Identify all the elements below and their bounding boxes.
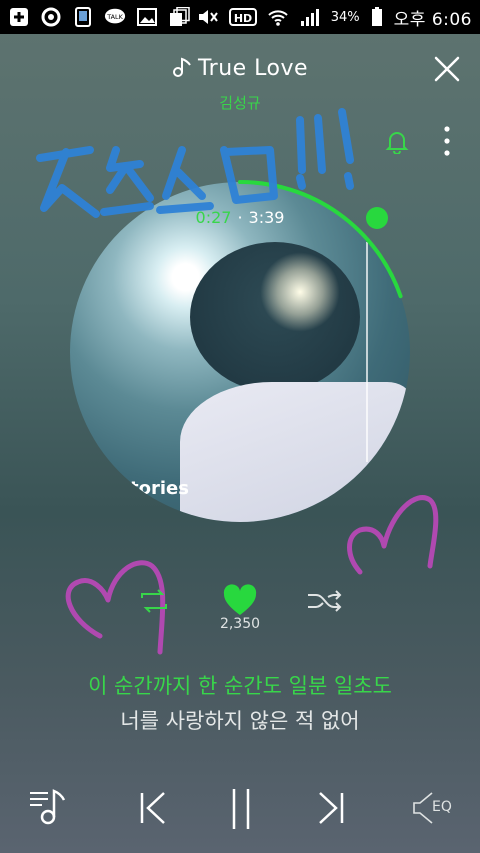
hd-label: HD [234, 12, 252, 25]
signal-icon [299, 7, 321, 27]
current-time: 0:27 [195, 208, 232, 227]
time-separator: · [237, 208, 243, 227]
shuffle-icon [308, 590, 342, 612]
mute-icon [197, 7, 219, 27]
previous-icon [140, 792, 165, 824]
battery-icon [370, 7, 384, 27]
lyric-next-line[interactable]: 너를 사랑하지 않은 적 없어 [0, 705, 480, 735]
close-button[interactable] [432, 54, 462, 84]
music-note-icon [172, 56, 194, 78]
song-title: True Love [197, 56, 309, 81]
talk-icon: TALK [104, 7, 126, 27]
time-display: 0:27 · 3:39 [0, 208, 480, 227]
equalizer-button[interactable]: EQ [412, 785, 462, 831]
like-count: 2,350 [219, 616, 261, 632]
previous-button[interactable] [136, 785, 172, 831]
shuffle-button[interactable] [306, 586, 344, 616]
eq-label: EQ [432, 799, 452, 815]
like-button[interactable] [222, 584, 258, 618]
playlist-icon [30, 789, 66, 825]
next-button[interactable] [312, 785, 348, 831]
album-text: tories [130, 478, 189, 499]
more-vertical-icon [444, 126, 450, 156]
status-left-icons: TALK [8, 7, 190, 27]
album-photo-line [366, 242, 368, 462]
album-photo-glare [260, 252, 340, 332]
album-photo-shirt [180, 382, 410, 522]
playback-options: 2,350 [0, 580, 480, 640]
plus-icon [8, 7, 30, 27]
artist-name[interactable]: 김성규 [0, 92, 480, 113]
talk-label: TALK [106, 13, 123, 21]
notification-button[interactable] [384, 128, 410, 155]
phone-icon [72, 7, 94, 27]
song-title-wrap: True Love [0, 56, 480, 81]
pause-button[interactable] [226, 785, 256, 831]
status-right-icons: HD 34% 오후 6:06 [197, 5, 472, 30]
bottom-controls: EQ [0, 785, 480, 835]
battery-percent: 34% [330, 9, 360, 25]
repeat-button[interactable] [136, 586, 172, 616]
bell-icon [385, 132, 409, 155]
next-icon [319, 792, 344, 824]
close-icon [434, 56, 460, 82]
more-options-button[interactable] [440, 124, 454, 158]
speaker-icon [413, 792, 433, 824]
wifi-icon [267, 7, 289, 27]
repeat-icon [141, 589, 167, 613]
playlist-button[interactable] [26, 785, 70, 831]
album-art[interactable]: tories [70, 182, 410, 522]
heart-icon [223, 584, 257, 615]
status-time: 오후 6:06 [393, 9, 472, 30]
circle-icon [40, 7, 62, 27]
hd-icon: HD [228, 7, 257, 27]
lyric-current-line[interactable]: 이 순간까지 한 순간도 일분 일초도 [0, 670, 480, 700]
total-time: 3:39 [248, 208, 285, 227]
cards-icon [168, 7, 190, 27]
status-bar: TALK HD 34% 오후 6:06 [0, 0, 480, 34]
pause-icon [232, 789, 250, 829]
image-icon [136, 7, 158, 27]
player-header: True Love [0, 50, 480, 90]
